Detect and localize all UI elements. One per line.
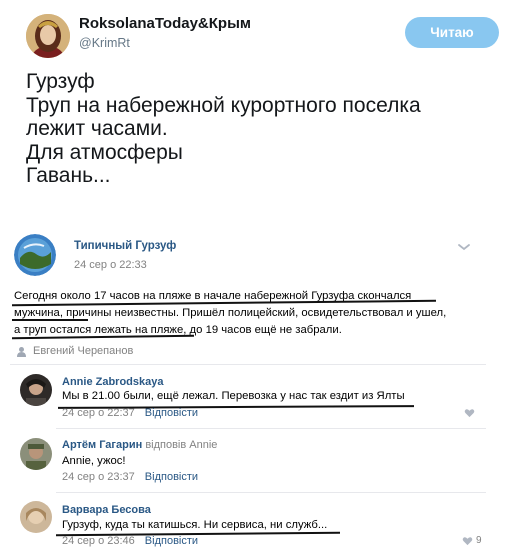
tweet-author-name[interactable]: RoksolanaToday&Крым — [79, 15, 251, 32]
comment-text: Annie, ужос! — [62, 455, 126, 467]
comment-avatar[interactable] — [20, 501, 52, 533]
comment-date[interactable]: 24 сер о 23:46 — [62, 535, 135, 547]
tweet-author-handle[interactable]: @KrimRt — [79, 36, 130, 50]
vk-group-avatar — [14, 234, 56, 276]
comment-avatar[interactable] — [20, 438, 52, 470]
chevron-down-icon[interactable] — [457, 242, 471, 252]
follow-button[interactable]: Читаю — [405, 17, 499, 48]
comment-author-name-text[interactable]: Артём Гагарин — [62, 439, 142, 451]
user-icon — [17, 346, 26, 357]
embedded-vk-screenshot[interactable]: Типичный Гурзуф 24 сер о 22:33 Сегодня о… — [10, 228, 486, 558]
tweet-text-line: Труп на набережной курортного поселка — [26, 93, 421, 117]
comment-author-name[interactable]: Annie Zabrodskaya — [62, 376, 163, 388]
comment-meta: 24 сер о 23:37 Відповісти — [62, 471, 198, 483]
comment-reply-link[interactable]: Відповісти — [145, 535, 198, 547]
vk-group-name[interactable]: Типичный Гурзуф — [74, 240, 176, 252]
comment-author-name[interactable]: Артём Гагарин відповів Annie — [62, 439, 217, 451]
like-button[interactable]: 9 — [462, 535, 482, 546]
tweet-text-line: Гавань... — [26, 164, 111, 187]
comment-reply-link[interactable]: Відповісти — [145, 471, 198, 483]
like-button[interactable] — [464, 408, 475, 418]
heart-icon — [462, 536, 473, 545]
comment-text: Мы в 21.00 были, ещё лежал. Перевозка у … — [62, 390, 405, 402]
vk-post-date[interactable]: 24 сер о 22:33 — [74, 259, 147, 271]
divider — [10, 364, 486, 365]
vk-post-author[interactable]: Евгений Черепанов — [16, 345, 133, 357]
vk-post-author-name: Евгений Черепанов — [33, 345, 134, 357]
tweet-text-line: Для атмосферы — [26, 140, 183, 164]
divider — [56, 492, 486, 493]
like-count: 9 — [476, 535, 482, 546]
comment-date[interactable]: 24 сер о 22:37 — [62, 407, 135, 419]
vk-post-text: Сегодня около 17 часов на пляже в начале… — [14, 288, 484, 339]
heart-icon — [464, 409, 475, 418]
comment-date[interactable]: 24 сер о 23:37 — [62, 471, 135, 483]
comment-author-name[interactable]: Варвара Бесова — [62, 504, 151, 516]
comment-avatar[interactable] — [20, 374, 52, 406]
comment-reply-to[interactable]: відповів Annie — [145, 439, 217, 451]
comment-meta: 24 сер о 22:37 Відповісти — [62, 407, 198, 419]
comment-reply-link[interactable]: Відповісти — [145, 407, 198, 419]
tweet-text: Гурзуф Труп на набережной курортного пос… — [26, 70, 504, 188]
tweet-text-line: Гурзуф — [26, 70, 95, 93]
comment-text: Гурзуф, куда ты катишься. Ни сервиса, ни… — [62, 519, 328, 531]
tweet-author-avatar[interactable] — [26, 14, 70, 58]
underline-mark — [12, 319, 88, 321]
comment-meta: 24 сер о 23:46 Відповісти — [62, 535, 198, 547]
divider — [56, 428, 486, 429]
tweet-text-line: лежит часами. — [26, 117, 168, 140]
